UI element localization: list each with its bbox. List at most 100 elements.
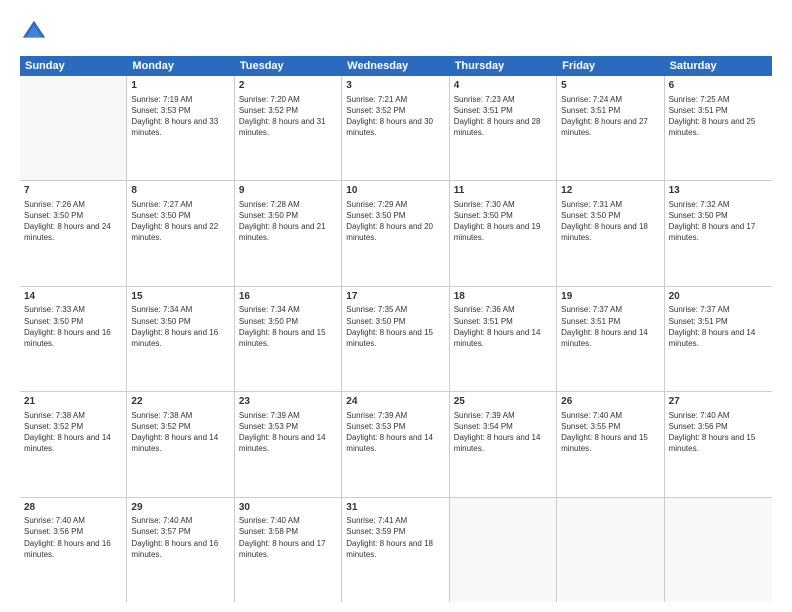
cell-info: Sunrise: 7:38 AM Sunset: 3:52 PM Dayligh…: [24, 410, 122, 455]
calendar-cell: 21Sunrise: 7:38 AM Sunset: 3:52 PM Dayli…: [20, 392, 127, 496]
header-day-sunday: Sunday: [20, 56, 127, 76]
calendar-cell: 1Sunrise: 7:19 AM Sunset: 3:53 PM Daylig…: [127, 76, 234, 180]
cell-info: Sunrise: 7:39 AM Sunset: 3:53 PM Dayligh…: [239, 410, 337, 455]
day-number: 18: [454, 290, 552, 304]
header-day-thursday: Thursday: [450, 56, 557, 76]
cell-info: Sunrise: 7:40 AM Sunset: 3:55 PM Dayligh…: [561, 410, 659, 455]
calendar-body: 1Sunrise: 7:19 AM Sunset: 3:53 PM Daylig…: [20, 76, 772, 602]
calendar-cell: 26Sunrise: 7:40 AM Sunset: 3:55 PM Dayli…: [557, 392, 664, 496]
day-number: 6: [669, 79, 768, 93]
calendar: SundayMondayTuesdayWednesdayThursdayFrid…: [20, 56, 772, 602]
day-number: 7: [24, 184, 122, 198]
cell-info: Sunrise: 7:37 AM Sunset: 3:51 PM Dayligh…: [669, 304, 768, 349]
calendar-cell: 16Sunrise: 7:34 AM Sunset: 3:50 PM Dayli…: [235, 287, 342, 391]
cell-info: Sunrise: 7:39 AM Sunset: 3:53 PM Dayligh…: [346, 410, 444, 455]
cell-info: Sunrise: 7:20 AM Sunset: 3:52 PM Dayligh…: [239, 94, 337, 139]
calendar-cell: 28Sunrise: 7:40 AM Sunset: 3:56 PM Dayli…: [20, 498, 127, 602]
calendar-cell: 30Sunrise: 7:40 AM Sunset: 3:58 PM Dayli…: [235, 498, 342, 602]
logo-icon: [20, 18, 48, 46]
calendar-cell: [557, 498, 664, 602]
cell-info: Sunrise: 7:31 AM Sunset: 3:50 PM Dayligh…: [561, 199, 659, 244]
calendar-cell: 17Sunrise: 7:35 AM Sunset: 3:50 PM Dayli…: [342, 287, 449, 391]
header-day-friday: Friday: [557, 56, 664, 76]
calendar-cell: 13Sunrise: 7:32 AM Sunset: 3:50 PM Dayli…: [665, 181, 772, 285]
day-number: 5: [561, 79, 659, 93]
cell-info: Sunrise: 7:23 AM Sunset: 3:51 PM Dayligh…: [454, 94, 552, 139]
day-number: 11: [454, 184, 552, 198]
calendar-row-2: 7Sunrise: 7:26 AM Sunset: 3:50 PM Daylig…: [20, 181, 772, 286]
day-number: 2: [239, 79, 337, 93]
calendar-cell: 31Sunrise: 7:41 AM Sunset: 3:59 PM Dayli…: [342, 498, 449, 602]
cell-info: Sunrise: 7:34 AM Sunset: 3:50 PM Dayligh…: [239, 304, 337, 349]
cell-info: Sunrise: 7:27 AM Sunset: 3:50 PM Dayligh…: [131, 199, 229, 244]
cell-info: Sunrise: 7:34 AM Sunset: 3:50 PM Dayligh…: [131, 304, 229, 349]
calendar-cell: 6Sunrise: 7:25 AM Sunset: 3:51 PM Daylig…: [665, 76, 772, 180]
day-number: 14: [24, 290, 122, 304]
calendar-cell: 12Sunrise: 7:31 AM Sunset: 3:50 PM Dayli…: [557, 181, 664, 285]
calendar-cell: 2Sunrise: 7:20 AM Sunset: 3:52 PM Daylig…: [235, 76, 342, 180]
cell-info: Sunrise: 7:41 AM Sunset: 3:59 PM Dayligh…: [346, 515, 444, 560]
day-number: 22: [131, 395, 229, 409]
calendar-cell: [450, 498, 557, 602]
cell-info: Sunrise: 7:19 AM Sunset: 3:53 PM Dayligh…: [131, 94, 229, 139]
calendar-cell: 5Sunrise: 7:24 AM Sunset: 3:51 PM Daylig…: [557, 76, 664, 180]
cell-info: Sunrise: 7:40 AM Sunset: 3:56 PM Dayligh…: [669, 410, 768, 455]
day-number: 28: [24, 501, 122, 515]
cell-info: Sunrise: 7:26 AM Sunset: 3:50 PM Dayligh…: [24, 199, 122, 244]
cell-info: Sunrise: 7:24 AM Sunset: 3:51 PM Dayligh…: [561, 94, 659, 139]
header-day-monday: Monday: [127, 56, 234, 76]
calendar-cell: 9Sunrise: 7:28 AM Sunset: 3:50 PM Daylig…: [235, 181, 342, 285]
cell-info: Sunrise: 7:21 AM Sunset: 3:52 PM Dayligh…: [346, 94, 444, 139]
cell-info: Sunrise: 7:25 AM Sunset: 3:51 PM Dayligh…: [669, 94, 768, 139]
day-number: 24: [346, 395, 444, 409]
calendar-cell: [20, 76, 127, 180]
day-number: 16: [239, 290, 337, 304]
cell-info: Sunrise: 7:35 AM Sunset: 3:50 PM Dayligh…: [346, 304, 444, 349]
day-number: 30: [239, 501, 337, 515]
day-number: 27: [669, 395, 768, 409]
cell-info: Sunrise: 7:32 AM Sunset: 3:50 PM Dayligh…: [669, 199, 768, 244]
day-number: 13: [669, 184, 768, 198]
day-number: 25: [454, 395, 552, 409]
calendar-cell: [665, 498, 772, 602]
day-number: 4: [454, 79, 552, 93]
calendar-cell: 20Sunrise: 7:37 AM Sunset: 3:51 PM Dayli…: [665, 287, 772, 391]
calendar-row-1: 1Sunrise: 7:19 AM Sunset: 3:53 PM Daylig…: [20, 76, 772, 181]
calendar-cell: 10Sunrise: 7:29 AM Sunset: 3:50 PM Dayli…: [342, 181, 449, 285]
calendar-row-5: 28Sunrise: 7:40 AM Sunset: 3:56 PM Dayli…: [20, 498, 772, 602]
calendar-row-3: 14Sunrise: 7:33 AM Sunset: 3:50 PM Dayli…: [20, 287, 772, 392]
day-number: 10: [346, 184, 444, 198]
cell-info: Sunrise: 7:38 AM Sunset: 3:52 PM Dayligh…: [131, 410, 229, 455]
day-number: 29: [131, 501, 229, 515]
day-number: 1: [131, 79, 229, 93]
day-number: 26: [561, 395, 659, 409]
day-number: 12: [561, 184, 659, 198]
calendar-cell: 7Sunrise: 7:26 AM Sunset: 3:50 PM Daylig…: [20, 181, 127, 285]
header-day-wednesday: Wednesday: [342, 56, 449, 76]
calendar-cell: 4Sunrise: 7:23 AM Sunset: 3:51 PM Daylig…: [450, 76, 557, 180]
cell-info: Sunrise: 7:28 AM Sunset: 3:50 PM Dayligh…: [239, 199, 337, 244]
calendar-cell: 23Sunrise: 7:39 AM Sunset: 3:53 PM Dayli…: [235, 392, 342, 496]
calendar-cell: 11Sunrise: 7:30 AM Sunset: 3:50 PM Dayli…: [450, 181, 557, 285]
cell-info: Sunrise: 7:29 AM Sunset: 3:50 PM Dayligh…: [346, 199, 444, 244]
day-number: 19: [561, 290, 659, 304]
calendar-cell: 3Sunrise: 7:21 AM Sunset: 3:52 PM Daylig…: [342, 76, 449, 180]
header-day-tuesday: Tuesday: [235, 56, 342, 76]
calendar-cell: 18Sunrise: 7:36 AM Sunset: 3:51 PM Dayli…: [450, 287, 557, 391]
day-number: 31: [346, 501, 444, 515]
calendar-cell: 19Sunrise: 7:37 AM Sunset: 3:51 PM Dayli…: [557, 287, 664, 391]
calendar-cell: 29Sunrise: 7:40 AM Sunset: 3:57 PM Dayli…: [127, 498, 234, 602]
day-number: 20: [669, 290, 768, 304]
calendar-cell: 25Sunrise: 7:39 AM Sunset: 3:54 PM Dayli…: [450, 392, 557, 496]
page: SundayMondayTuesdayWednesdayThursdayFrid…: [0, 0, 792, 612]
cell-info: Sunrise: 7:39 AM Sunset: 3:54 PM Dayligh…: [454, 410, 552, 455]
header: [20, 18, 772, 46]
day-number: 9: [239, 184, 337, 198]
cell-info: Sunrise: 7:40 AM Sunset: 3:58 PM Dayligh…: [239, 515, 337, 560]
calendar-header: SundayMondayTuesdayWednesdayThursdayFrid…: [20, 56, 772, 76]
cell-info: Sunrise: 7:36 AM Sunset: 3:51 PM Dayligh…: [454, 304, 552, 349]
cell-info: Sunrise: 7:30 AM Sunset: 3:50 PM Dayligh…: [454, 199, 552, 244]
logo: [20, 18, 52, 46]
day-number: 23: [239, 395, 337, 409]
cell-info: Sunrise: 7:40 AM Sunset: 3:57 PM Dayligh…: [131, 515, 229, 560]
